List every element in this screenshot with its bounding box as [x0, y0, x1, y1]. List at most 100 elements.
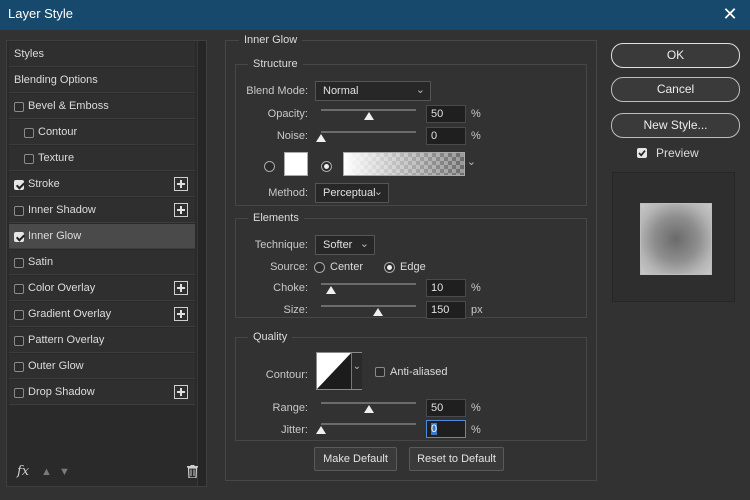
- contour-picker[interactable]: ⌄: [316, 352, 362, 390]
- range-slider[interactable]: [321, 402, 416, 404]
- style-item-stroke[interactable]: Stroke: [9, 172, 195, 197]
- add-style-icon[interactable]: [174, 203, 188, 217]
- style-item-gradient-overlay[interactable]: Gradient Overlay: [9, 302, 195, 327]
- chevron-down-icon: ⌄: [466, 156, 476, 168]
- gradient-picker[interactable]: ⌄: [343, 152, 476, 176]
- styles-list-scrollbar[interactable]: [197, 41, 206, 486]
- method-select[interactable]: Perceptual ⌄: [315, 183, 389, 203]
- style-item-bevel-emboss[interactable]: Bevel & Emboss: [9, 94, 195, 119]
- style-checkbox[interactable]: [14, 284, 24, 294]
- style-checkbox[interactable]: [14, 102, 24, 112]
- style-item-label: Inner Glow: [28, 230, 82, 242]
- range-slider-thumb[interactable]: [363, 405, 374, 413]
- size-slider[interactable]: [321, 305, 416, 307]
- style-item-satin[interactable]: Satin: [9, 250, 195, 275]
- noise-label: Noise:: [276, 130, 308, 142]
- window-title: Layer Style: [8, 6, 74, 21]
- move-down-icon[interactable]: ▼: [59, 466, 70, 478]
- style-checkbox[interactable]: [14, 336, 24, 346]
- style-item-contour[interactable]: Contour: [9, 120, 195, 145]
- style-item-inner-shadow[interactable]: Inner Shadow: [9, 198, 195, 223]
- style-item-drop-shadow[interactable]: Drop Shadow: [9, 380, 195, 405]
- style-item-label: Drop Shadow: [28, 386, 95, 398]
- style-checkbox[interactable]: [14, 232, 24, 242]
- choke-input[interactable]: 10: [426, 279, 466, 297]
- style-checkbox[interactable]: [14, 206, 24, 216]
- source-edge-label[interactable]: Edge: [400, 261, 426, 273]
- style-item-styles[interactable]: Styles: [9, 42, 195, 67]
- preview-checkbox[interactable]: [637, 148, 647, 158]
- inner-glow-title: Inner Glow: [239, 34, 303, 46]
- choke-slider-thumb[interactable]: [325, 286, 336, 294]
- size-label: Size:: [283, 304, 308, 316]
- style-item-label: Pattern Overlay: [28, 334, 105, 346]
- anti-aliased-label[interactable]: Anti-aliased: [390, 366, 447, 378]
- styles-list-panel: Styles Blending Options Bevel & Emboss Cont…: [6, 40, 207, 487]
- make-default-button[interactable]: Make Default: [314, 447, 397, 471]
- style-item-blending-options[interactable]: Blending Options: [9, 68, 195, 93]
- jitter-slider-thumb[interactable]: [316, 426, 326, 434]
- style-checkbox[interactable]: [14, 310, 24, 320]
- style-item-inner-glow[interactable]: Inner Glow: [9, 224, 195, 249]
- style-checkbox[interactable]: [14, 362, 24, 372]
- trash-icon[interactable]: [187, 465, 198, 479]
- style-item-label: Stroke: [28, 178, 60, 190]
- style-checkbox[interactable]: [14, 258, 24, 268]
- style-item-texture[interactable]: Texture: [9, 146, 195, 171]
- source-label: Source:: [270, 261, 308, 273]
- size-slider-thumb[interactable]: [373, 308, 383, 316]
- cancel-button[interactable]: Cancel: [611, 77, 740, 102]
- style-item-pattern-overlay[interactable]: Pattern Overlay: [9, 328, 195, 353]
- add-style-icon[interactable]: [174, 281, 188, 295]
- noise-slider[interactable]: [321, 131, 416, 133]
- style-checkbox[interactable]: [24, 154, 34, 164]
- preview-label[interactable]: Preview: [656, 146, 699, 160]
- close-icon[interactable]: ✕: [720, 3, 740, 25]
- gradient-radio[interactable]: [321, 161, 332, 172]
- quality-title: Quality: [248, 331, 293, 343]
- fx-icon[interactable]: fx: [17, 464, 29, 479]
- opacity-slider-thumb[interactable]: [363, 112, 374, 120]
- move-up-icon[interactable]: ▲: [41, 466, 52, 478]
- source-edge-radio[interactable]: [384, 262, 395, 273]
- style-item-color-overlay[interactable]: Color Overlay: [9, 276, 195, 301]
- blend-mode-select[interactable]: Normal ⌄: [315, 81, 431, 101]
- style-item-outer-glow[interactable]: Outer Glow: [9, 354, 195, 379]
- choke-slider[interactable]: [321, 283, 416, 285]
- style-item-label: Inner Shadow: [28, 204, 96, 216]
- style-checkbox[interactable]: [14, 388, 24, 398]
- style-checkbox[interactable]: [24, 128, 34, 138]
- add-style-icon[interactable]: [174, 385, 188, 399]
- jitter-input[interactable]: 0: [426, 420, 466, 438]
- color-radio[interactable]: [264, 161, 275, 172]
- technique-label: Technique:: [254, 239, 308, 251]
- range-unit: %: [471, 402, 481, 414]
- technique-select[interactable]: Softer ⌄: [315, 235, 375, 255]
- noise-input[interactable]: 0: [426, 127, 466, 145]
- source-center-radio[interactable]: [314, 262, 325, 273]
- style-item-label: Blending Options: [14, 74, 98, 86]
- jitter-slider[interactable]: [321, 423, 416, 425]
- ok-button[interactable]: OK: [611, 43, 740, 68]
- preview-area: [612, 172, 735, 302]
- size-input[interactable]: 150: [426, 301, 466, 319]
- anti-aliased-checkbox[interactable]: [375, 367, 385, 377]
- add-style-icon[interactable]: [174, 307, 188, 321]
- opacity-input[interactable]: 50: [426, 105, 466, 123]
- source-center-label[interactable]: Center: [330, 261, 363, 273]
- chevron-down-icon: ⌄: [359, 238, 369, 250]
- reset-to-default-button[interactable]: Reset to Default: [409, 447, 504, 471]
- noise-unit: %: [471, 130, 481, 142]
- add-style-icon[interactable]: [174, 177, 188, 191]
- style-item-label: Satin: [28, 256, 54, 268]
- layer-style-dialog: Styles Blending Options Bevel & Emboss Cont…: [0, 30, 750, 500]
- new-style-button[interactable]: New Style...: [611, 113, 740, 138]
- contour-dropdown[interactable]: ⌄: [351, 353, 362, 389]
- noise-slider-thumb[interactable]: [316, 134, 326, 142]
- color-swatch[interactable]: [284, 152, 308, 176]
- opacity-slider[interactable]: [321, 109, 416, 111]
- style-checkbox[interactable]: [14, 180, 24, 190]
- range-input[interactable]: 50: [426, 399, 466, 417]
- size-unit: px: [471, 304, 483, 316]
- opacity-unit: %: [471, 108, 481, 120]
